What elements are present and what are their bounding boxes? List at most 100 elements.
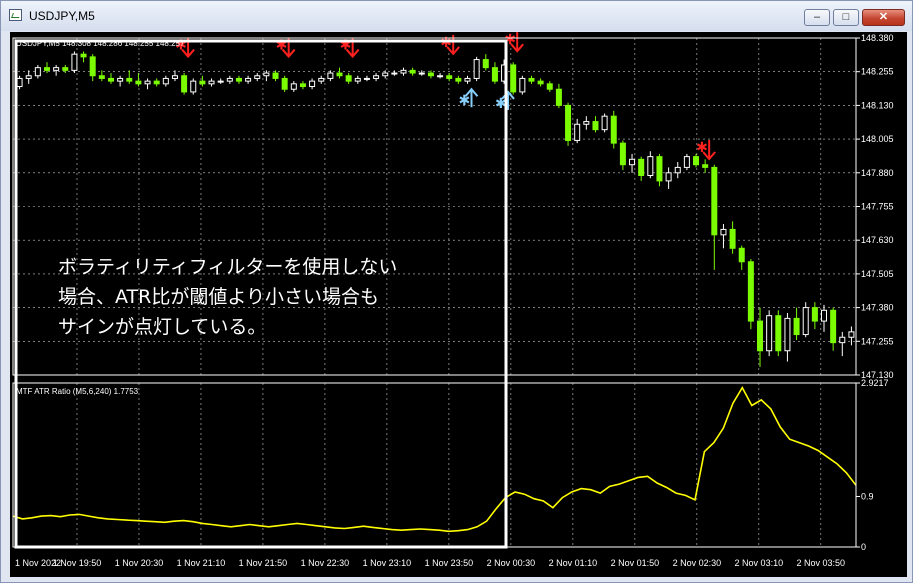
candle-body	[464, 77, 471, 82]
time-tick-label: 2 Nov 01:50	[611, 558, 660, 568]
candle	[830, 307, 837, 351]
candle	[80, 51, 87, 63]
candle-body	[775, 315, 782, 352]
candle	[711, 164, 718, 270]
price-tick-label: 147.255	[861, 336, 894, 346]
signal-star-icon: ✱	[440, 35, 452, 51]
candle	[519, 75, 526, 95]
candle-body	[34, 67, 41, 77]
signal-star-icon: ✱	[696, 140, 708, 156]
price-tick-label: 147.880	[861, 168, 894, 178]
candle	[400, 67, 407, 76]
candle-body	[830, 309, 837, 344]
candle-body	[89, 56, 96, 77]
title-bar[interactable]: USDJPY,M5 – □ ✕	[1, 1, 912, 31]
candle	[665, 167, 672, 189]
chart-canvas[interactable]: ✱ ✱ ✱ ✱ ✱ ✱ ✱ ✱ 1 Nov 2022 1 Nov 19:50 1 Nov 20:3…	[10, 32, 907, 577]
candle	[226, 75, 233, 84]
candle	[537, 78, 544, 87]
candle	[683, 153, 690, 171]
minimize-button[interactable]: –	[804, 9, 830, 26]
chart-window-icon	[9, 9, 22, 21]
candle	[839, 331, 846, 357]
candle	[592, 116, 599, 133]
candle	[354, 75, 361, 84]
candle	[363, 75, 370, 82]
candle-body	[144, 80, 151, 85]
candle	[757, 307, 764, 367]
candle	[446, 73, 453, 82]
candle-body	[345, 75, 352, 82]
candle-body	[555, 88, 562, 106]
candle-body	[418, 72, 425, 75]
candle-body	[720, 228, 727, 236]
candle	[491, 62, 498, 84]
time-tick-label: 1 Nov 23:50	[425, 558, 474, 568]
candle	[811, 302, 818, 330]
candle-body	[217, 80, 224, 83]
candle	[793, 307, 800, 340]
candle-body	[162, 77, 169, 85]
candle-body	[53, 67, 60, 71]
candle	[217, 78, 224, 84]
signal-star-icon: ✱	[458, 93, 470, 109]
candle-body	[757, 320, 764, 352]
candle-body	[391, 72, 398, 75]
candle	[720, 224, 727, 249]
price-tick-label: 148.005	[861, 134, 894, 144]
atr-tick-label: 2.9217	[861, 378, 889, 388]
candle-body	[565, 104, 572, 141]
time-tick-label: 1 Nov 20:30	[115, 558, 164, 568]
candle-body	[171, 75, 178, 79]
candle	[528, 75, 535, 84]
candle	[71, 51, 78, 74]
candle-body	[848, 331, 855, 338]
candle	[702, 159, 709, 173]
candle-body	[674, 166, 681, 174]
candle-body	[254, 75, 261, 79]
atr-ratio-line	[12, 385, 857, 533]
candle-body	[802, 307, 809, 336]
time-tick-label: 2 Nov 00:30	[487, 558, 536, 568]
candle-body	[117, 77, 124, 82]
candle	[473, 56, 480, 82]
candle-body	[281, 77, 288, 90]
candle	[89, 54, 96, 82]
candle-body	[491, 67, 498, 82]
candle	[34, 64, 41, 79]
candle	[482, 54, 489, 71]
candle	[848, 326, 855, 346]
candle-body	[245, 77, 252, 82]
indicator-pane-border	[12, 382, 857, 548]
candle-body	[455, 77, 462, 82]
candle-body	[519, 77, 526, 93]
candle-body	[409, 69, 416, 74]
candle-body	[747, 261, 754, 322]
candle-body	[610, 115, 617, 144]
candle	[208, 78, 215, 87]
maximize-button[interactable]: □	[833, 9, 859, 26]
candle-body	[263, 72, 270, 77]
candle	[629, 153, 636, 173]
annotation-line-2: 場合、ATR比が閾値より小さい場合も	[58, 286, 379, 308]
annotation-line-1: ボラティリティフィルターを使用しない	[58, 256, 398, 278]
candle-body	[382, 72, 389, 77]
indicator-label: MTF ATR Ratio (M5,6,240) 1.7753	[16, 387, 139, 396]
price-tick-label: 148.255	[861, 67, 894, 77]
candle	[647, 151, 654, 179]
candle	[766, 310, 773, 357]
candle	[802, 302, 809, 338]
annotation-line-3: サインが点灯している。	[58, 316, 267, 338]
candle-body	[16, 77, 23, 88]
candle	[729, 221, 736, 254]
close-button[interactable]: ✕	[862, 9, 905, 26]
candle-body	[153, 80, 160, 85]
time-tick-label: 1 Nov 22:30	[301, 558, 350, 568]
candle-body	[181, 75, 188, 93]
candle	[117, 75, 124, 87]
candle	[638, 156, 645, 181]
candle	[309, 78, 316, 90]
candle	[775, 310, 782, 357]
candle	[318, 75, 325, 84]
candle-body	[793, 317, 800, 336]
